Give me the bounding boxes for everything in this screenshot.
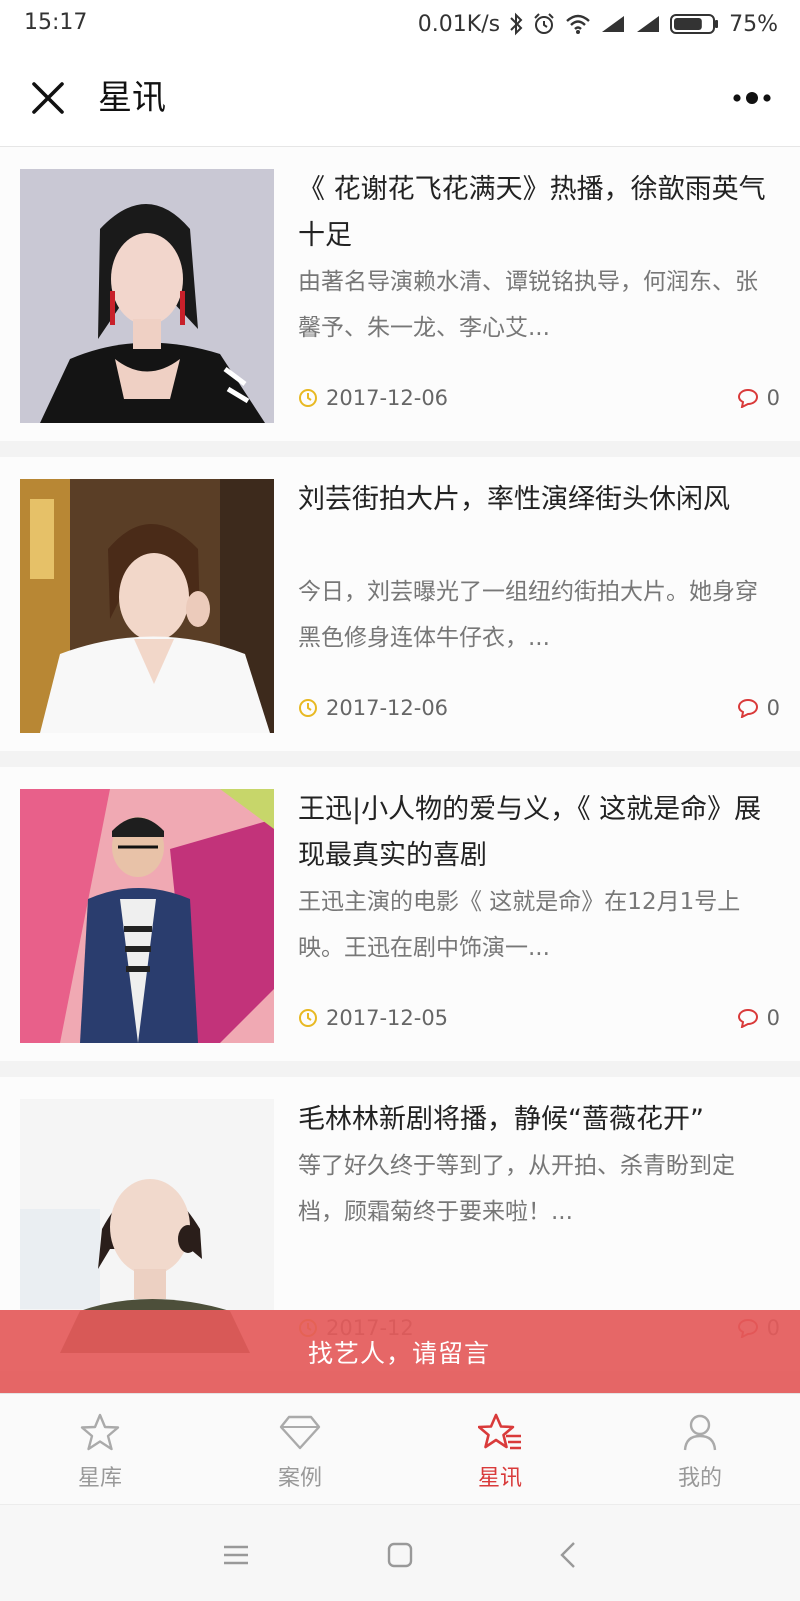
status-icons: 0.01K/s 75% xyxy=(418,10,778,38)
star-news-icon xyxy=(478,1413,521,1450)
tab-anli[interactable]: 案例 xyxy=(200,1394,400,1504)
news-comments[interactable]: 0 xyxy=(737,693,780,723)
news-list[interactable]: 《 花谢花飞花满天》热播，徐歆雨英气十足 由著名导演赖水清、谭锐铭执导，何润东、… xyxy=(0,147,800,1393)
tab-xingxun[interactable]: 星讯 xyxy=(400,1394,600,1504)
news-comments[interactable]: 0 xyxy=(737,1003,780,1033)
news-title[interactable]: 刘芸街拍大片，率性演绎街头休闲风 xyxy=(298,477,768,523)
signal-icon xyxy=(635,14,661,34)
status-time: 15:17 xyxy=(24,10,88,35)
news-thumbnail[interactable] xyxy=(20,479,274,733)
comment-icon xyxy=(737,1008,758,1028)
wifi-icon xyxy=(565,13,591,35)
contact-banner[interactable]: 找艺人，请留言 xyxy=(0,1310,800,1393)
tab-label: 星库 xyxy=(77,1466,122,1491)
comment-icon xyxy=(737,698,758,718)
close-icon xyxy=(32,82,64,114)
news-date-text: 2017-12-06 xyxy=(326,696,449,720)
news-date: 2017-12-06 xyxy=(298,383,448,413)
title-bar: 星讯 xyxy=(0,50,800,147)
comment-icon xyxy=(737,388,758,408)
news-title[interactable]: 毛林林新剧将播，静候“蔷薇花开” xyxy=(298,1097,768,1143)
clock-icon xyxy=(299,389,317,407)
news-title[interactable]: 《 花谢花飞花满天》热播，徐歆雨英气十足 xyxy=(298,167,768,259)
news-item[interactable]: 《 花谢花飞花满天》热播，徐歆雨英气十足 由著名导演赖水清、谭锐铭执导，何润东、… xyxy=(0,147,800,441)
news-item[interactable]: 刘芸街拍大片，率性演绎街头休闲风 今日，刘芸曝光了一组纽约街拍大片。她身穿黑色修… xyxy=(0,457,800,751)
news-item[interactable]: 王迅|小人物的爱与义，《 这就是命》展现最真实的喜剧 王迅主演的电影《 这就是命… xyxy=(0,767,800,1061)
news-comment-count: 0 xyxy=(766,696,780,720)
more-icon xyxy=(733,92,771,104)
news-title[interactable]: 王迅|小人物的爱与义，《 这就是命》展现最真实的喜剧 xyxy=(298,787,768,879)
news-comment-count: 0 xyxy=(766,386,780,410)
page-title: 星讯 xyxy=(98,78,166,118)
status-bar: 15:17 0.01K/s 75% xyxy=(0,0,800,50)
news-date: 2017-12-06 xyxy=(298,693,448,723)
news-date-text: 2017-12-05 xyxy=(326,1006,449,1030)
bluetooth-icon xyxy=(509,12,523,36)
system-nav-bar xyxy=(0,1504,800,1601)
news-thumbnail[interactable] xyxy=(20,789,274,1043)
news-comments[interactable]: 0 xyxy=(737,383,780,413)
more-button[interactable] xyxy=(724,74,780,122)
menu-icon xyxy=(224,1545,248,1565)
news-description: 等了好久终于等到了，从开拍、杀青盼到定档，顾霜菊终于要来啦！... xyxy=(298,1153,735,1225)
back-icon xyxy=(560,1542,575,1568)
network-speed: 0.01K/s xyxy=(417,11,501,37)
news-description: 王迅主演的电影《 这就是命》在12月1号上映。王迅在剧中饰演一... xyxy=(298,889,741,961)
clock-icon xyxy=(299,699,317,717)
tab-label: 星讯 xyxy=(477,1466,522,1491)
clock-icon xyxy=(299,1009,317,1027)
news-date-text: 2017-12-06 xyxy=(326,386,449,410)
news-description: 由著名导演赖水清、谭锐铭执导，何润东、张馨予、朱一龙、李心艾... xyxy=(298,269,758,341)
menu-button[interactable] xyxy=(214,1533,258,1577)
person-icon xyxy=(683,1414,717,1451)
tab-wode[interactable]: 我的 xyxy=(600,1394,800,1504)
news-comment-count: 0 xyxy=(766,1006,780,1030)
tab-label: 案例 xyxy=(277,1466,322,1491)
battery-percent: 75% xyxy=(729,11,778,37)
back-button[interactable] xyxy=(546,1533,590,1577)
star-icon xyxy=(80,1413,120,1451)
alarm-icon xyxy=(532,12,556,36)
home-button[interactable] xyxy=(378,1533,422,1577)
news-thumbnail[interactable] xyxy=(20,169,274,423)
contact-banner-text: 找艺人，请留言 xyxy=(308,1339,491,1368)
diamond-icon xyxy=(279,1415,321,1450)
tab-label: 我的 xyxy=(677,1466,722,1491)
tab-xingku[interactable]: 星库 xyxy=(0,1394,200,1504)
signal-icon xyxy=(600,14,626,34)
battery-icon xyxy=(670,13,720,35)
news-date: 2017-12-05 xyxy=(298,1003,448,1033)
news-description: 今日，刘芸曝光了一组纽约街拍大片。她身穿黑色修身连体牛仔衣，... xyxy=(298,579,758,651)
close-button[interactable] xyxy=(24,74,72,122)
bottom-tab-bar: 星库 案例 星讯 我的 xyxy=(0,1393,800,1504)
home-icon xyxy=(387,1542,413,1568)
